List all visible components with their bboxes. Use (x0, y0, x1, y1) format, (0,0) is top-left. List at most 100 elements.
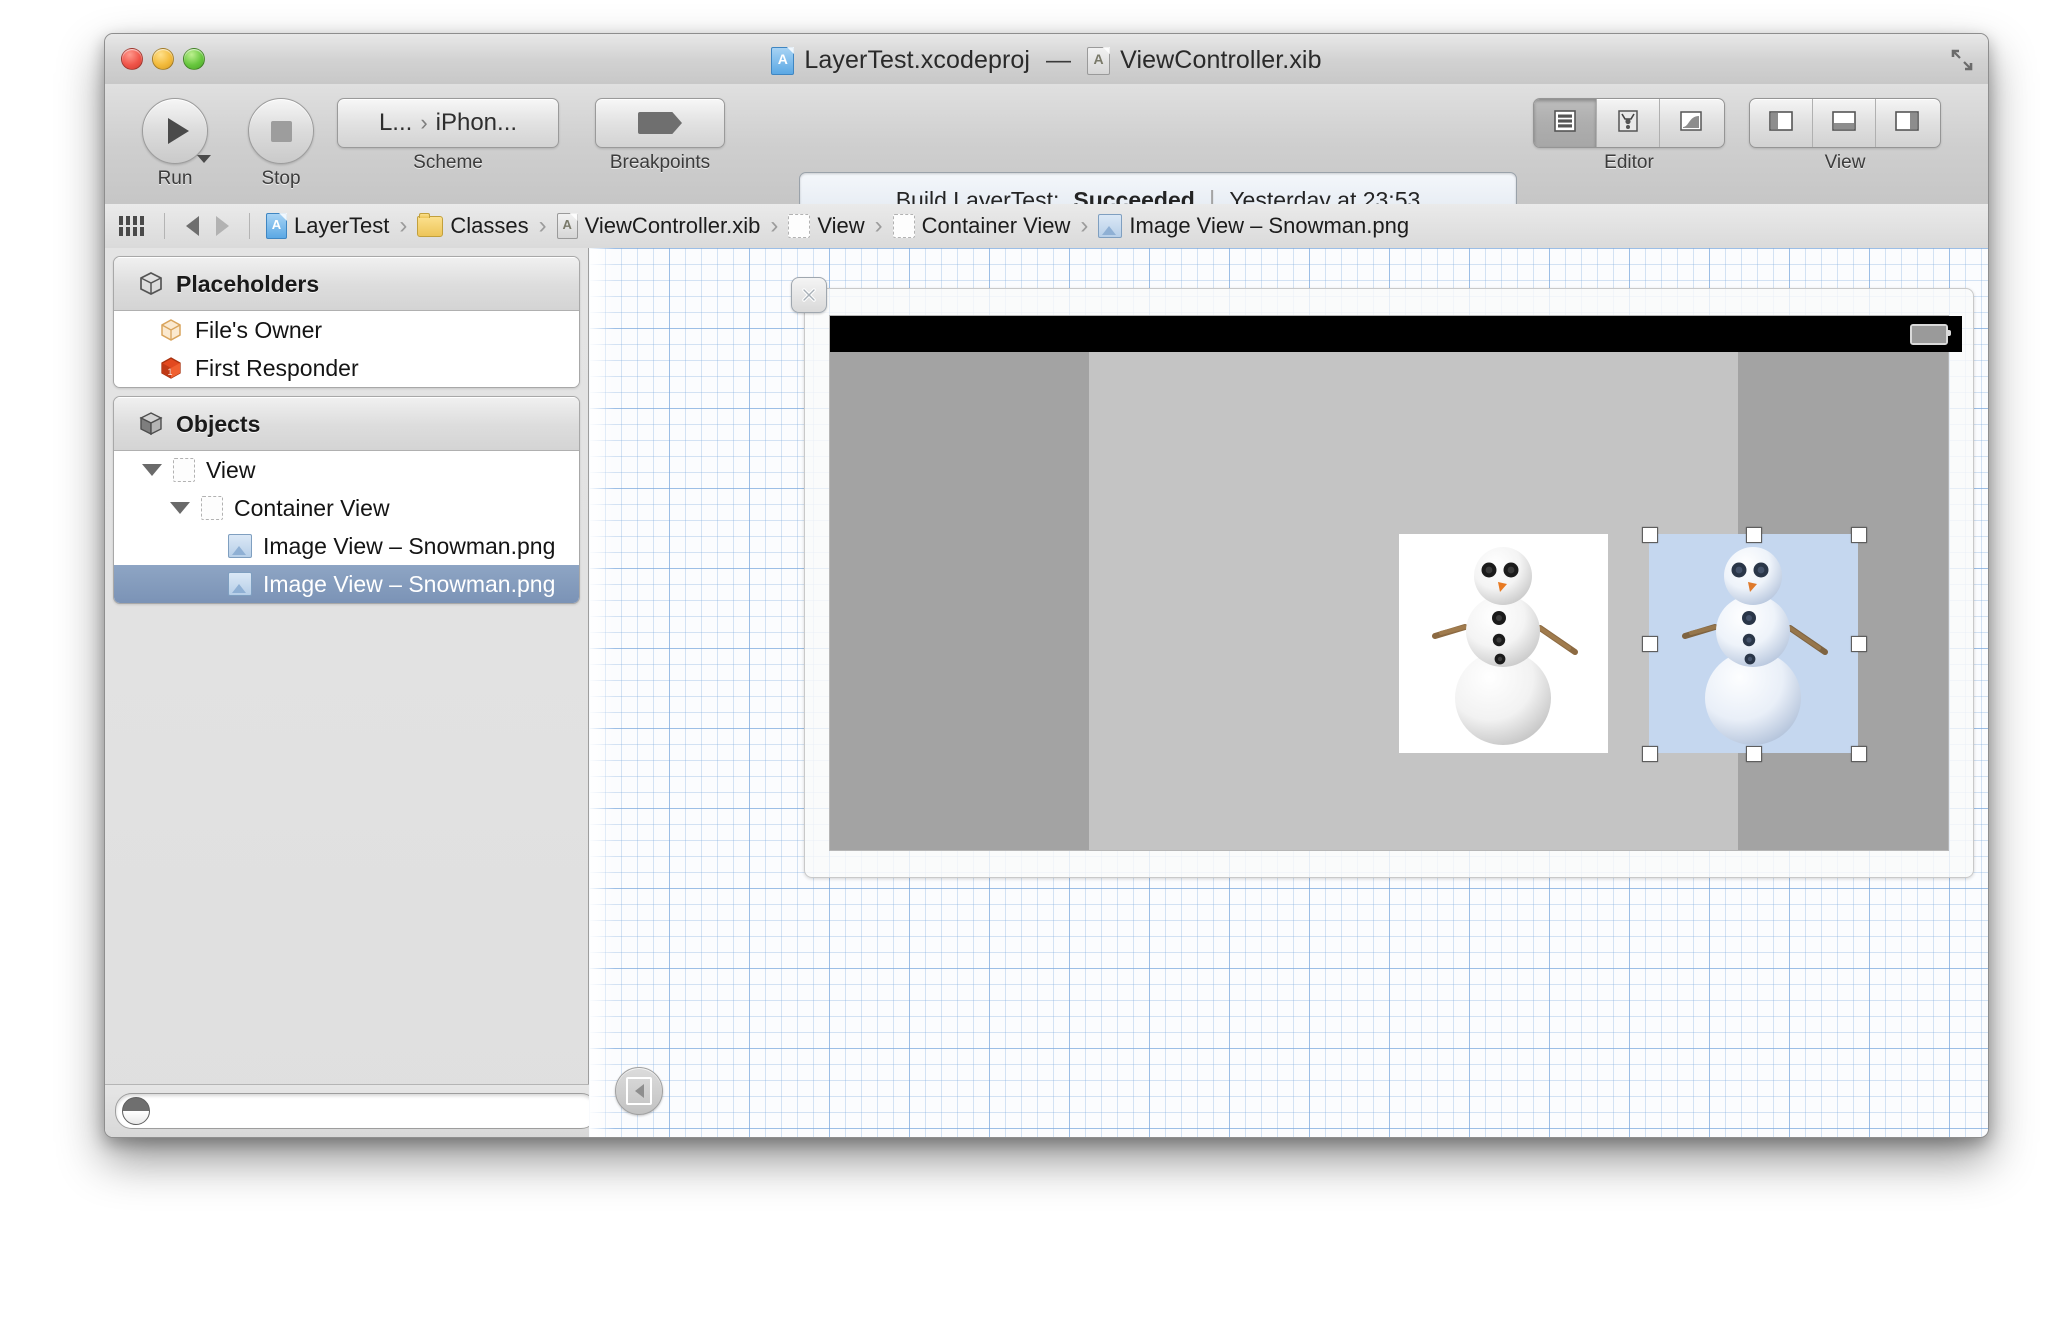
list-item-files-owner[interactable]: File's Owner (114, 311, 579, 349)
objects-list: View Container View Image View – Snowman… (114, 451, 579, 603)
breadcrumb-separator: › (538, 212, 547, 239)
disclosure-triangle-icon[interactable] (170, 502, 190, 514)
placeholders-header[interactable]: Placeholders (114, 257, 579, 311)
view-label: View (1824, 152, 1866, 173)
go-back-button[interactable] (177, 216, 207, 236)
outline-row-image-view-1[interactable]: Image View – Snowman.png (114, 527, 579, 565)
breadcrumb-item-container-view[interactable]: Container View (889, 213, 1075, 239)
document-outline-toggle[interactable] (615, 1067, 663, 1115)
breadcrumb-label: LayerTest (294, 213, 390, 238)
breadcrumb-label: View (817, 213, 865, 238)
organizer-label: Organizer (1963, 152, 1988, 174)
filter-input[interactable] (115, 1093, 598, 1129)
cube-orange-icon: 1 (158, 355, 184, 381)
jump-bar: A LayerTest › Classes › A ViewController… (105, 204, 1988, 249)
editor-standard-button[interactable] (1534, 99, 1597, 147)
outline-row-label: Container View (234, 494, 390, 521)
editor-mode-segmented-control[interactable] (1533, 98, 1725, 148)
placeholders-section: Placeholders File's Owner 1 First Respon… (113, 256, 580, 388)
left-panel-icon (1767, 109, 1795, 138)
scheme-chevron-icon: › (420, 110, 428, 135)
breakpoint-flag-icon (638, 112, 682, 134)
list-item-label: File's Owner (195, 316, 323, 343)
toggle-utilities-button[interactable] (1876, 99, 1938, 147)
resize-handle-bottom-center[interactable] (1746, 746, 1762, 762)
xib-icon: A (1087, 46, 1111, 75)
fullscreen-icon[interactable] (1950, 48, 1974, 72)
objects-header[interactable]: Objects (114, 397, 579, 451)
stop-group: Stop (233, 98, 329, 190)
version-editor-icon (1678, 108, 1704, 139)
list-item-first-responder[interactable]: 1 First Responder (114, 349, 579, 387)
screen: A LayerTest.xcodeproj — A ViewController… (0, 0, 2064, 1320)
standard-editor-icon (1552, 108, 1578, 139)
xcode-window: A LayerTest.xcodeproj — A ViewController… (104, 33, 1989, 1138)
simulated-view[interactable] (829, 315, 1962, 851)
outline-row-label: Image View – Snowman.png (263, 532, 556, 559)
breadcrumb-item-classes[interactable]: Classes (413, 212, 532, 239)
window-title-file: ViewController.xib (1120, 46, 1322, 74)
folder-icon (417, 212, 444, 237)
image-view-snowman-2[interactable] (1642, 527, 1867, 762)
outline-row-container-view[interactable]: Container View (114, 489, 579, 527)
breadcrumb-label: ViewController.xib (584, 213, 761, 238)
resize-handle-bottom-left[interactable] (1642, 746, 1658, 762)
view-icon (892, 214, 915, 238)
filter-text-field[interactable] (150, 1098, 597, 1124)
status-bar (830, 316, 1962, 352)
imageview-icon (228, 572, 252, 596)
stop-label: Stop (261, 168, 301, 189)
outline-row-view[interactable]: View (114, 451, 579, 489)
related-items-icon[interactable] (119, 216, 144, 236)
run-label: Run (157, 168, 193, 189)
breadcrumb-item-view[interactable]: View (784, 213, 868, 239)
breadcrumb-item-image-view[interactable]: Image View – Snowman.png (1094, 213, 1413, 239)
toggle-debug-area-button[interactable] (1813, 99, 1876, 147)
cube-wireframe-icon (158, 317, 184, 343)
run-group: Run (127, 98, 223, 190)
run-button[interactable] (142, 98, 211, 164)
view-panels-segmented-control[interactable] (1749, 98, 1941, 148)
editor-assistant-button[interactable] (1597, 99, 1660, 147)
window-title-project: LayerTest.xcodeproj (804, 46, 1031, 74)
main-toolbar: Run Stop L... › iPhon... Scheme Breakpoi… (105, 84, 1988, 258)
snowman-image (1432, 547, 1578, 745)
filter-bar (105, 1084, 608, 1137)
filter-scope-icon[interactable] (122, 1097, 150, 1125)
editor-version-button[interactable] (1660, 99, 1722, 147)
interface-builder-canvas[interactable] (589, 248, 1988, 1137)
scheme-label: Scheme (413, 152, 483, 173)
breadcrumb-label: Container View (921, 213, 1071, 238)
editor-label: Editor (1604, 152, 1654, 173)
resize-handle-bottom-right[interactable] (1851, 746, 1867, 762)
breakpoints-button[interactable] (595, 98, 725, 148)
objects-section: Objects View Container View Image View –… (113, 396, 580, 604)
toggle-navigator-button[interactable] (1750, 99, 1813, 147)
placeholders-list: File's Owner 1 First Responder (114, 311, 579, 387)
resize-handle-top-left[interactable] (1642, 527, 1658, 543)
resize-handle-top-center[interactable] (1746, 527, 1762, 543)
breadcrumb-separator: › (874, 212, 883, 239)
disclosure-triangle-icon[interactable] (142, 464, 162, 476)
scheme-selector[interactable]: L... › iPhon... (337, 98, 559, 148)
resize-handle-top-right[interactable] (1851, 527, 1867, 543)
breakpoints-group: Breakpoints (571, 98, 749, 174)
battery-icon (1910, 323, 1951, 345)
canvas-view-frame[interactable] (791, 277, 1974, 878)
assistant-editor-icon (1615, 108, 1641, 139)
container-view[interactable] (1089, 352, 1867, 850)
go-forward-button[interactable] (207, 216, 237, 236)
resize-handle-middle-left[interactable] (1642, 636, 1658, 652)
close-canvas-icon[interactable] (791, 277, 827, 313)
outline-row-label: Image View – Snowman.png (263, 570, 556, 597)
outline-row-image-view-2[interactable]: Image View – Snowman.png (114, 565, 579, 603)
resize-handle-middle-right[interactable] (1851, 636, 1867, 652)
image-view-snowman-1[interactable] (1399, 534, 1608, 753)
stop-icon (270, 120, 292, 142)
xcodeproj-icon: A (266, 213, 287, 239)
breadcrumb-item-xib[interactable]: A ViewController.xib (553, 213, 765, 239)
breadcrumb-item-project[interactable]: A LayerTest (262, 213, 393, 239)
stop-button[interactable] (248, 98, 314, 164)
right-panel-icon (1893, 109, 1921, 138)
scheme-destination-name: iPhon... (435, 109, 518, 136)
